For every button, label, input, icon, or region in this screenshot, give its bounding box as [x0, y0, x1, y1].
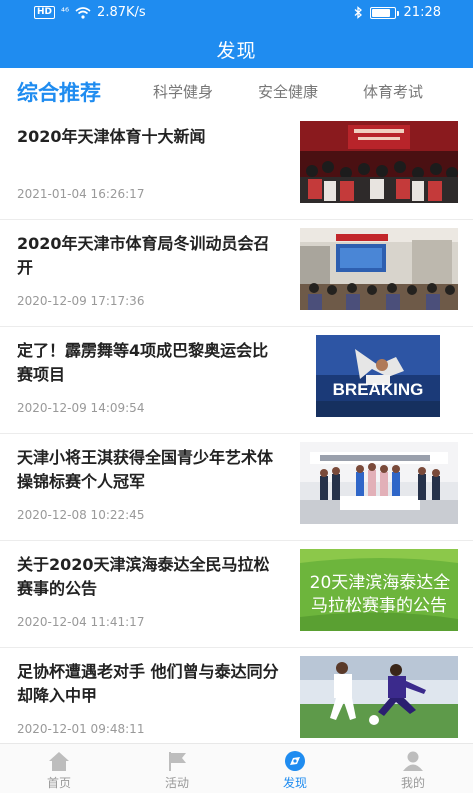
thumb-line-2: 马拉松赛事的公告	[311, 595, 447, 616]
tab-label: 发现	[282, 776, 307, 790]
article-thumbnail	[300, 656, 458, 738]
status-bar: HD ⁴⁶ 2.87K/s 21:28	[0, 0, 473, 26]
category-tabs: 综合推荐 科学健身 安全健康 体育考试	[0, 68, 473, 113]
tab-discover[interactable]: 发现	[236, 744, 354, 793]
tab-label: 我的	[400, 776, 425, 790]
clock: 21:28	[403, 5, 441, 20]
article-thumbnail	[300, 121, 458, 203]
article-title: 2020年天津市体育局冬训动员会召开	[17, 234, 270, 277]
article-title: 天津小将王淇获得全国青少年艺术体操锦标赛个人冠军	[17, 448, 274, 491]
breaking-label: BREAKING	[333, 380, 424, 399]
article-item[interactable]: 2020年天津市体育局冬训动员会召开 2020-12-09 17:17:36	[0, 220, 473, 327]
bluetooth-icon	[354, 6, 362, 19]
wifi-icon	[75, 6, 91, 19]
article-time: 2020-12-08 10:22:45	[17, 508, 145, 522]
app-header: HD ⁴⁶ 2.87K/s 21:28 发现	[0, 0, 473, 68]
article-time: 2021-01-04 16:26:17	[17, 187, 145, 201]
article-item[interactable]: 2020年天津体育十大新闻 2021-01-04 16:26:17	[0, 113, 473, 220]
article-time: 2020-12-01 09:48:11	[17, 722, 145, 736]
network-speed: 2.87K/s	[97, 5, 146, 20]
article-time: 2020-12-09 17:17:36	[17, 294, 145, 308]
thumb-line-1: 20天津滨海泰达全	[310, 573, 451, 593]
tab-activity[interactable]: 活动	[118, 744, 236, 793]
article-item[interactable]: 定了！霹雳舞等4项成巴黎奥运会比赛项目 2020-12-09 14:09:54 …	[0, 327, 473, 434]
article-title: 定了！霹雳舞等4项成巴黎奥运会比赛项目	[17, 341, 269, 384]
tab-fitness[interactable]: 科学健身	[153, 81, 213, 102]
article-thumbnail	[300, 228, 458, 310]
battery-icon	[369, 6, 399, 19]
article-item[interactable]: 天津小将王淇获得全国青少年艺术体操锦标赛个人冠军 2020-12-08 10:2…	[0, 434, 473, 541]
article-time: 2020-12-04 11:41:17	[17, 615, 145, 629]
article-item[interactable]: 足协杯遭遇老对手 他们曾与泰达同分却降入中甲 2020-12-01 09:48:…	[0, 648, 473, 755]
article-item[interactable]: 关于2020天津滨海泰达全民马拉松赛事的公告 2020-12-04 11:41:…	[0, 541, 473, 648]
tab-comprehensive[interactable]: 综合推荐	[17, 77, 101, 107]
tab-label: 首页	[46, 776, 71, 790]
article-title: 关于2020天津滨海泰达全民马拉松赛事的公告	[17, 555, 270, 598]
article-title: 足协杯遭遇老对手 他们曾与泰达同分却降入中甲	[17, 662, 279, 705]
flag-icon	[169, 752, 186, 771]
tab-safety-health[interactable]: 安全健康	[258, 81, 318, 102]
article-thumbnail	[300, 442, 458, 524]
bottom-tab-bar: 首页 活动 发现 我的	[0, 743, 473, 793]
tab-sports-exam[interactable]: 体育考试	[363, 81, 423, 102]
tab-home[interactable]: 首页	[0, 744, 118, 793]
article-time: 2020-12-09 14:09:54	[17, 401, 145, 415]
tab-profile[interactable]: 我的	[354, 744, 472, 793]
article-thumbnail: 20天津滨海泰达全 马拉松赛事的公告	[300, 549, 458, 631]
compass-icon	[285, 751, 305, 771]
page-title: 发现	[216, 40, 257, 62]
home-icon	[49, 752, 69, 771]
network-type: ⁴⁶	[61, 7, 70, 18]
user-icon	[403, 751, 423, 771]
hd-badge: HD	[34, 6, 56, 19]
tab-label: 活动	[164, 776, 189, 790]
article-thumbnail: BREAKING	[300, 335, 458, 417]
article-title: 2020年天津体育十大新闻	[17, 127, 206, 146]
